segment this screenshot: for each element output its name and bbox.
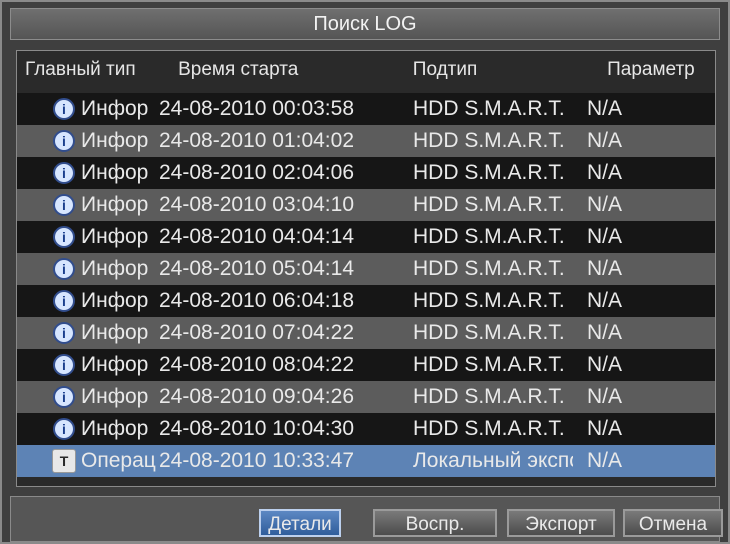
info-icon: i bbox=[53, 322, 75, 344]
cell-parameter: N/A bbox=[587, 417, 623, 440]
details-button[interactable]: Детали bbox=[259, 509, 341, 537]
row-icon-cell: i bbox=[17, 386, 81, 408]
title-bar: Поиск LOG bbox=[10, 8, 720, 40]
cell-start-time: 24-08-2010 10:33:47 bbox=[159, 449, 354, 472]
table-row[interactable]: i Инфор 24-08-2010 03:04:10 HDD S.M.A.R.T. N… bbox=[17, 189, 715, 221]
button-bar: Детали Воспр. Экспорт Отмена bbox=[10, 496, 723, 542]
cell-parameter: N/A bbox=[587, 289, 623, 312]
export-button[interactable]: Экспорт bbox=[507, 509, 615, 537]
info-icon: i bbox=[53, 418, 75, 440]
cell-main-type: Инфор bbox=[81, 289, 149, 312]
info-icon: i bbox=[53, 98, 75, 120]
cell-subtype: Локальный экспорт bbox=[413, 449, 573, 472]
cell-parameter: N/A bbox=[587, 225, 623, 248]
cell-parameter: N/A bbox=[587, 193, 623, 216]
row-icon-cell: i bbox=[17, 194, 81, 216]
cell-main-type: Инфор bbox=[81, 385, 149, 408]
info-icon: i bbox=[53, 258, 75, 280]
cell-parameter: N/A bbox=[587, 353, 623, 376]
row-icon-cell: i bbox=[17, 418, 81, 440]
row-icon-cell: i bbox=[17, 98, 81, 120]
cell-main-type: Инфор bbox=[81, 225, 149, 248]
table-row[interactable]: i Инфор 24-08-2010 05:04:14 HDD S.M.A.R.T. N… bbox=[17, 253, 715, 285]
cell-start-time: 24-08-2010 03:04:10 bbox=[159, 193, 354, 216]
cell-start-time: 24-08-2010 08:04:22 bbox=[159, 353, 354, 376]
play-button[interactable]: Воспр. bbox=[373, 509, 497, 537]
cell-subtype: HDD S.M.A.R.T. bbox=[413, 289, 565, 312]
cell-parameter: N/A bbox=[587, 161, 623, 184]
cell-start-time: 24-08-2010 07:04:22 bbox=[159, 321, 354, 344]
cell-start-time: 24-08-2010 02:04:06 bbox=[159, 161, 354, 184]
cell-subtype: HDD S.M.A.R.T. bbox=[413, 97, 565, 120]
header-main-type[interactable]: Главный тип bbox=[17, 51, 172, 89]
log-search-dialog: Поиск LOG Главный тип Время старта Подти… bbox=[0, 0, 730, 544]
window-title: Поиск LOG bbox=[313, 13, 417, 35]
table-row[interactable]: i Инфор 24-08-2010 02:04:06 HDD S.M.A.R.T. N… bbox=[17, 157, 715, 189]
cell-main-type: Инфор bbox=[81, 257, 149, 280]
table-row[interactable]: i Инфор 24-08-2010 04:04:14 HDD S.M.A.R.T. N… bbox=[17, 221, 715, 253]
cell-main-type: Инфор bbox=[81, 193, 149, 216]
cell-parameter: N/A bbox=[587, 257, 623, 280]
cell-main-type: Инфор bbox=[81, 321, 149, 344]
cell-subtype: HDD S.M.A.R.T. bbox=[413, 385, 565, 408]
table-row[interactable]: i Инфор 24-08-2010 08:04:22 HDD S.M.A.R.T. N… bbox=[17, 349, 715, 381]
header-start-time[interactable]: Время старта bbox=[172, 51, 399, 89]
cell-start-time: 24-08-2010 06:04:18 bbox=[159, 289, 354, 312]
cell-subtype: HDD S.M.A.R.T. bbox=[413, 353, 565, 376]
cell-subtype: HDD S.M.A.R.T. bbox=[413, 129, 565, 152]
cell-start-time: 24-08-2010 01:04:02 bbox=[159, 129, 354, 152]
row-icon-cell: i bbox=[17, 258, 81, 280]
cell-main-type: Операц bbox=[81, 449, 156, 472]
row-icon-cell: i bbox=[17, 354, 81, 376]
cell-main-type: Инфор bbox=[81, 97, 149, 120]
cell-main-type: Инфор bbox=[81, 129, 149, 152]
info-icon: i bbox=[53, 386, 75, 408]
cell-subtype: HDD S.M.A.R.T. bbox=[413, 161, 565, 184]
cell-parameter: N/A bbox=[587, 321, 623, 344]
cell-start-time: 24-08-2010 00:03:58 bbox=[159, 97, 354, 120]
info-icon: i bbox=[53, 162, 75, 184]
header-subtype[interactable]: Подтип bbox=[399, 51, 599, 89]
table-header: Главный тип Время старта Подтип Параметр bbox=[17, 51, 715, 89]
cell-parameter: N/A bbox=[587, 97, 623, 120]
table-row[interactable]: T Операц 24-08-2010 10:33:47 Локальный эксп… bbox=[17, 445, 715, 477]
cell-subtype: HDD S.M.A.R.T. bbox=[413, 417, 565, 440]
row-icon-cell: i bbox=[17, 322, 81, 344]
row-icon-cell: i bbox=[17, 226, 81, 248]
cell-start-time: 24-08-2010 10:04:30 bbox=[159, 417, 354, 440]
table-row[interactable]: i Инфор 24-08-2010 07:04:22 HDD S.M.A.R.T. N… bbox=[17, 317, 715, 349]
cell-start-time: 24-08-2010 05:04:14 bbox=[159, 257, 354, 280]
cell-start-time: 24-08-2010 04:04:14 bbox=[159, 225, 354, 248]
cell-main-type: Инфор bbox=[81, 353, 149, 376]
row-icon-cell: T bbox=[17, 449, 81, 473]
cell-subtype: HDD S.M.A.R.T. bbox=[413, 257, 565, 280]
cell-subtype: HDD S.M.A.R.T. bbox=[413, 225, 565, 248]
cell-start-time: 24-08-2010 09:04:26 bbox=[159, 385, 354, 408]
cell-subtype: HDD S.M.A.R.T. bbox=[413, 321, 565, 344]
table-row[interactable]: i Инфор 24-08-2010 00:03:58 HDD S.M.A.R.T. N… bbox=[17, 93, 715, 125]
cell-parameter: N/A bbox=[587, 449, 623, 472]
row-icon-cell: i bbox=[17, 162, 81, 184]
log-table: Главный тип Время старта Подтип Параметр… bbox=[16, 50, 716, 487]
operation-icon: T bbox=[52, 449, 76, 473]
table-row[interactable]: i Инфор 24-08-2010 10:04:30 HDD S.M.A.R.T. N… bbox=[17, 413, 715, 445]
info-icon: i bbox=[53, 194, 75, 216]
table-row[interactable]: i Инфор 24-08-2010 06:04:18 HDD S.M.A.R.T. N… bbox=[17, 285, 715, 317]
cell-main-type: Инфор bbox=[81, 417, 149, 440]
cell-parameter: N/A bbox=[587, 385, 623, 408]
cell-parameter: N/A bbox=[587, 129, 623, 152]
table-row[interactable]: i Инфор 24-08-2010 01:04:02 HDD S.M.A.R.T. N… bbox=[17, 125, 715, 157]
info-icon: i bbox=[53, 290, 75, 312]
table-row[interactable]: i Инфор 24-08-2010 09:04:26 HDD S.M.A.R.T. N… bbox=[17, 381, 715, 413]
header-parameter[interactable]: Параметр bbox=[599, 51, 715, 89]
cancel-button[interactable]: Отмена bbox=[623, 509, 723, 537]
row-icon-cell: i bbox=[17, 130, 81, 152]
cell-subtype: HDD S.M.A.R.T. bbox=[413, 193, 565, 216]
info-icon: i bbox=[53, 130, 75, 152]
cell-main-type: Инфор bbox=[81, 161, 149, 184]
info-icon: i bbox=[53, 226, 75, 248]
info-icon: i bbox=[53, 354, 75, 376]
row-icon-cell: i bbox=[17, 290, 81, 312]
